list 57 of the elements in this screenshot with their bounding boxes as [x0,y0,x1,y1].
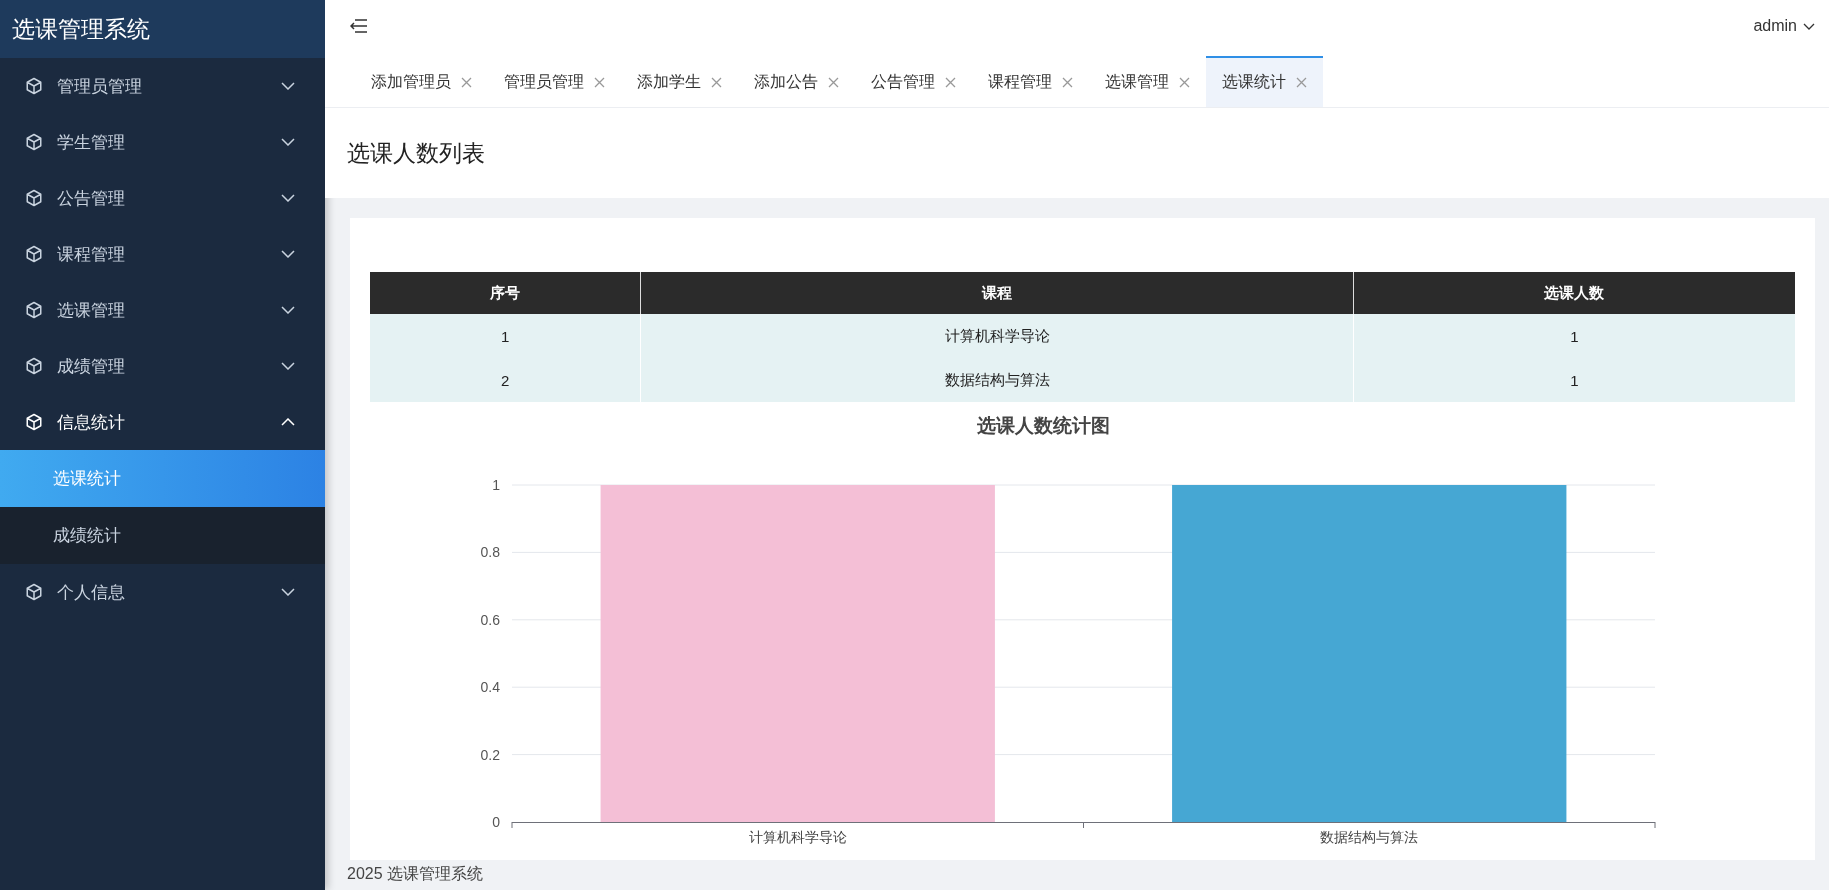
table-cell: 2 [370,358,641,402]
page-title: 选课人数列表 [347,138,485,168]
close-icon[interactable] [594,77,605,88]
axis-tick-label: 0.4 [480,679,500,696]
axis-category-label: 数据结构与算法 [1320,829,1419,845]
cube-icon [25,189,43,207]
table-cell: 1 [1353,358,1795,402]
submenu-item[interactable]: 成绩统计 [0,507,325,564]
table-cell: 数据结构与算法 [640,358,1354,402]
cube-icon [25,77,43,95]
cube-icon [25,133,43,151]
close-icon[interactable] [711,77,722,88]
user-menu[interactable]: admin [1753,17,1815,35]
cube-icon [25,245,43,263]
axis-tick-label: 0.8 [480,544,500,561]
page-tab[interactable]: 公告管理 [855,56,972,107]
axis-tick-label: 0.6 [480,611,500,628]
chart-title: 选课人数统计图 [977,415,1110,436]
menu-item[interactable]: 个人信息 [0,564,325,620]
axis-category-label: 计算机科学导论 [748,829,847,845]
close-icon[interactable] [461,77,472,88]
close-icon[interactable] [1296,77,1307,88]
column-header: 课程 [640,272,1354,314]
column-header: 序号 [370,272,641,314]
page-tab[interactable]: 管理员管理 [488,56,621,107]
table-cell: 1 [370,314,641,358]
cube-icon [25,357,43,375]
menu-item[interactable]: 公告管理 [0,170,325,226]
menu-item[interactable]: 学生管理 [0,114,325,170]
close-icon[interactable] [1179,77,1190,88]
page-tab[interactable]: 选课管理 [1089,56,1206,107]
chevron-icon [1803,22,1815,30]
cube-icon [25,301,43,319]
app-title: 选课管理系统 [0,0,325,58]
page-tab[interactable]: 课程管理 [972,56,1089,107]
page-tab[interactable]: 选课统计 [1206,56,1323,107]
page-tab[interactable]: 添加公告 [738,56,855,107]
menu-item[interactable]: 选课管理 [0,282,325,338]
cube-icon [25,583,43,601]
axis-tick-label: 1 [492,477,500,493]
page-tab[interactable]: 添加学生 [621,56,738,107]
axis-tick-label: 0 [492,814,500,830]
cube-icon [25,413,43,431]
close-icon[interactable] [945,77,956,88]
column-header: 选课人数 [1353,272,1795,314]
menu-item[interactable]: 管理员管理 [0,58,325,114]
close-icon[interactable] [1062,77,1073,88]
menu-item[interactable]: 信息统计 [0,394,325,450]
table-cell: 1 [1353,314,1795,358]
menu-item[interactable]: 成绩管理 [0,338,325,394]
footer-text: 2025 选课管理系统 [346,864,485,884]
menu-item[interactable]: 课程管理 [0,226,325,282]
menu-fold-icon[interactable] [350,18,368,34]
page-tab[interactable]: 添加管理员 [355,56,488,107]
table-cell: 计算机科学导论 [640,314,1354,358]
close-icon[interactable] [828,77,839,88]
axis-tick-label: 0.2 [480,746,500,763]
